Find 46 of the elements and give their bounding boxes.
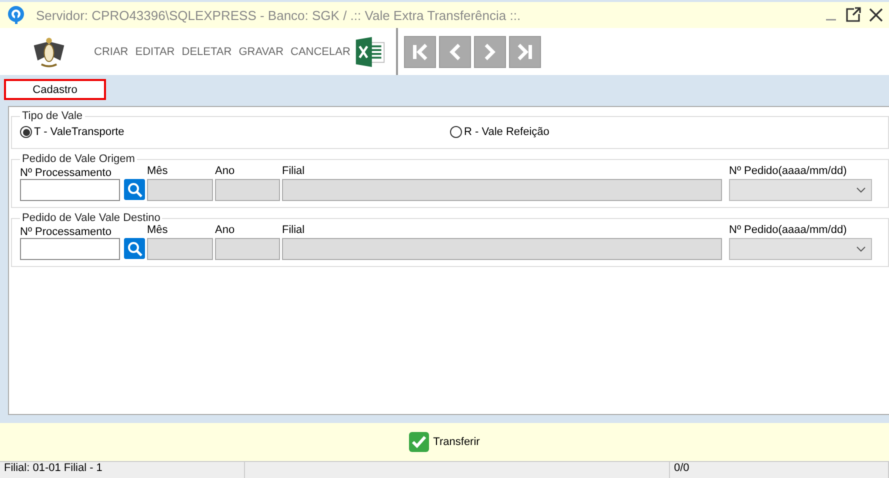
toolbar-button[interactable]: CRIAR [92,46,130,58]
next-record-button[interactable] [474,36,506,68]
toolbar-button[interactable]: CANCELAR [288,46,352,58]
last-record-button[interactable] [509,36,542,68]
radio-option[interactable]: T - ValeTransporte [20,126,450,138]
field-label: Ano [215,224,236,238]
toolbar-button[interactable]: DELETAR [180,46,234,58]
close-icon[interactable] [869,8,883,22]
previous-record-button[interactable] [439,36,472,68]
field-label: Mês [147,224,169,238]
spreadsheet-icon[interactable] [354,36,386,68]
popout-icon[interactable] [845,7,861,23]
radio-label: R - Vale Refeição [464,126,550,138]
field-label: Nº Processamento [20,167,112,181]
search-icon [126,240,142,256]
radio-label: T - ValeTransporte [34,126,124,138]
input-field[interactable] [20,238,120,260]
group-title: Tipo de Vale [21,110,84,122]
transfer-button[interactable]: Transferir [409,432,480,452]
window-title: Servidor: CPRO43396\SQLEXPRESS - Banco: SGK / .:: Vale Extra Transferência ::. [36,8,522,22]
search-icon [126,182,142,198]
input-field[interactable] [20,179,120,201]
chevron-down-icon [856,187,866,193]
radio-button[interactable] [20,126,32,138]
search-button[interactable] [124,238,145,259]
tab[interactable]: Cadastro [4,79,106,100]
app-logo-icon [6,5,26,25]
record-count: 0/0 [670,462,889,478]
field-label: Ano [215,165,236,179]
status-text: Filial: 01-01 Filial - 1 [0,462,245,478]
toolbar-button[interactable]: GRAVAR [236,46,286,58]
group-title: Pedido de Vale Origem [21,153,136,165]
radio-button[interactable] [450,126,462,138]
search-button[interactable] [124,179,145,200]
field-label: Nº Processamento [20,226,112,240]
first-record-button[interactable] [404,36,436,68]
field-label: Filial [282,165,306,179]
field-label: Filial [282,224,306,238]
chevron-down-icon [856,246,866,252]
toolbar-button[interactable]: EDITAR [133,46,177,58]
field-label: Nº Pedido(aaaa/mm/dd) [729,224,848,238]
checkmark-icon [409,432,430,452]
field-label: Mês [147,165,169,179]
group-title: Pedido de Vale Vale Destino [21,212,162,224]
field-label: Nº Pedido(aaaa/mm/dd) [729,165,848,179]
radio-option[interactable]: R - Vale Refeição [450,126,880,138]
